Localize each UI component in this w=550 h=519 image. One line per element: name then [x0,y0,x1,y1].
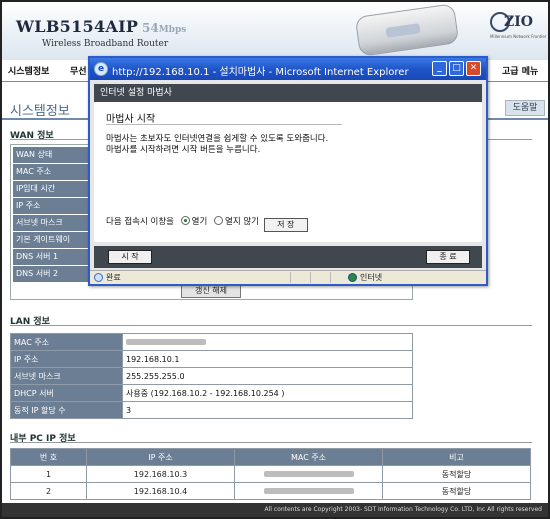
redacted-mac [263,488,354,494]
table-row: 서브넷 마스크 255.255.255.0 [10,367,413,385]
ie-status-bar: 완료 인터넷 [90,270,486,284]
col-header-mac: MAC 주소 [234,448,383,466]
router-admin-page: WLB5154AIP 54Mbps Wireless Broadband Rou… [0,0,550,519]
wizard-footer: 시 작 종 료 [94,246,482,268]
radio-open[interactable] [180,216,190,225]
router-image [354,3,460,57]
status-zone-text: 인터넷 [360,273,383,282]
cell-no: 1 [10,465,87,483]
save-button[interactable]: 저 장 [263,218,308,232]
wan-label-ip: IP 주소 [13,198,99,214]
wan-label-gateway: 기본 게이트웨이 [13,232,99,248]
copyright-footer: All contents are Copyright 2003- SDT Inf… [2,503,548,517]
speed-unit: Mbps [158,25,187,35]
col-header-note: 비고 [382,448,531,466]
pc-ip-table: 번 호 IP 주소 MAC 주소 비고 1 192.168.10.3 동적할당 … [10,448,531,500]
release-button[interactable]: 갱신 해제 [181,284,241,298]
nav-item-system-info[interactable]: 시스템정보 [8,64,49,77]
speed-number: 54 [142,21,159,35]
redacted-mac [263,471,354,477]
lan-label-dhcp: DHCP 서버 [10,384,123,402]
maximize-button[interactable]: □ [449,61,464,76]
setup-wizard-window: e http://192.168.10.1 - 설치마법사 - Microsof… [88,56,488,286]
col-header-no: 번 호 [10,448,87,466]
status-done-text: 완료 [106,273,121,282]
tagline: Wireless Broadband Router [42,39,169,49]
wan-label-lease: IP임대 시간 [13,181,99,197]
lan-label-subnet: 서브넷 마스크 [10,367,123,385]
internet-zone-icon [348,273,357,282]
status-divider [290,272,291,283]
wan-label-dns2: DNS 서버 2 [13,266,99,282]
page-title: 시스템정보 [10,104,70,119]
cell-ip: 192.168.10.3 [86,465,235,483]
status-divider [310,272,311,283]
radio-closed-label[interactable]: 열지 않기 [225,217,259,227]
lan-section-divider [10,325,532,326]
wan-label-subnet: 서브넷 마스크 [13,215,99,231]
wizard-side-panel [350,102,482,242]
wizard-header: 인터넷 설정 마법사 [94,84,482,102]
startup-option-row: 다음 접속시 이창을 열기 열지 않기 저 장 [106,215,308,232]
cell-ip: 192.168.10.4 [86,482,235,500]
exit-button[interactable]: 종 료 [426,250,470,264]
speed-label: 54Mbps [142,21,186,35]
cell-no: 2 [10,482,87,500]
lan-value-dynamic-count: 3 [122,401,413,419]
wan-label-mac: MAC 주소 [13,164,99,180]
wan-label-status: WAN 상태 [13,147,99,163]
lan-value-dhcp: 사용중 (192.168.10.2 - 192.168.10.254 ) [122,384,413,402]
table-row: DHCP 서버 사용중 (192.168.10.2 - 192.168.10.2… [10,384,413,402]
radio-closed[interactable] [214,216,224,225]
status-divider [330,272,331,283]
startup-option-label: 다음 접속시 이창을 [106,217,174,227]
cell-note: 동적할당 [382,482,531,500]
ie-icon: e [94,62,108,76]
lan-label-mac: MAC 주소 [10,333,123,351]
lan-value-ip: 192.168.10.1 [122,350,413,368]
wizard-body: 마법사 시작 마법사는 초보자도 인터넷연결을 쉽게할 수 있도록 도와줍니다.… [94,102,350,242]
wizard-subtitle-divider [106,124,342,125]
pc-section-divider [10,442,532,443]
window-titlebar[interactable]: e http://192.168.10.1 - 설치마법사 - Microsof… [90,58,486,80]
table-row: 2 192.168.10.4 동적할당 [10,482,531,500]
lan-info-table: MAC 주소 IP 주소 192.168.10.1 서브넷 마스크 255.25… [10,333,413,419]
window-title: http://192.168.10.1 - 설치마법사 - Microsoft … [112,67,409,78]
brand-subtitle: Millennium Network Frontier [490,34,547,39]
start-button[interactable]: 시 작 [108,250,152,264]
col-header-ip: IP 주소 [86,448,235,466]
cell-note: 동적할당 [382,465,531,483]
redacted-mac [126,339,206,345]
brand-name: ZIO [504,14,533,30]
nav-item-wireless[interactable]: 무선 [70,64,87,77]
radio-open-label[interactable]: 열기 [192,217,208,227]
page-done-icon [94,273,103,282]
nav-item-advanced[interactable]: 고급 메뉴 [502,64,538,77]
lan-value-subnet: 255.255.255.0 [122,367,413,385]
cell-mac [234,482,383,500]
wizard-description: 마법사는 초보자도 인터넷연결을 쉽게할 수 있도록 도와줍니다. 마법사를 시… [106,134,329,155]
table-header-row: 번 호 IP 주소 MAC 주소 비고 [10,448,531,466]
table-row: MAC 주소 [10,333,413,351]
lan-label-ip: IP 주소 [10,350,123,368]
close-window-button[interactable]: ✕ [466,61,481,76]
cell-mac [234,465,383,483]
model-name: WLB5154AIP [16,17,139,36]
table-row: 1 192.168.10.3 동적할당 [10,465,531,483]
wan-label-dns1: DNS 서버 1 [13,249,99,265]
minimize-button[interactable]: _ [432,61,447,76]
table-row: IP 주소 192.168.10.1 [10,350,413,368]
lan-value-mac [122,333,413,351]
lan-label-dynamic-count: 동적 IP 할당 수 [10,401,123,419]
page-header: WLB5154AIP 54Mbps Wireless Broadband Rou… [2,2,548,60]
brand-logo: ZIO Millennium Network Frontier [490,12,546,44]
help-button[interactable]: 도움말 [505,100,545,116]
wizard-subtitle: 마법사 시작 [106,114,156,125]
table-row: 동적 IP 할당 수 3 [10,401,413,419]
